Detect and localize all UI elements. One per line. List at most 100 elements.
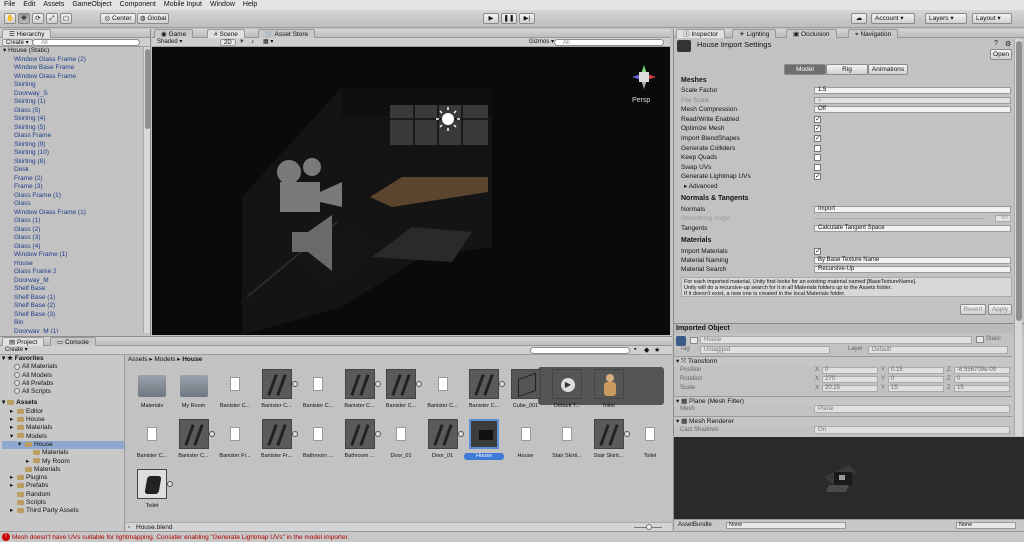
effects-toggle-icon[interactable]: ▦ ▾ [260, 39, 276, 46]
hierarchy-item[interactable]: Shelf Base [0, 285, 150, 294]
asset-item[interactable]: Banister C... [298, 369, 338, 417]
asset-item[interactable]: Banister C... [423, 369, 463, 417]
position-z-field[interactable]: -6.556709e-09 [954, 367, 1010, 374]
project-tree-folder[interactable]: ▸ Materials [2, 424, 124, 432]
asset-item[interactable]: Banister C... [381, 369, 422, 417]
asset-variant-dropdown[interactable]: None [956, 522, 1016, 529]
breadcrumb-house[interactable]: House [182, 356, 202, 363]
pause-button[interactable]: ❚❚ [501, 13, 517, 24]
rotation-y-field[interactable]: 0 [888, 376, 944, 383]
hierarchy-root-item[interactable]: ▾ House (Static) [0, 47, 150, 56]
assets-root[interactable]: ▾ Assets [2, 399, 124, 407]
play-button[interactable]: ▶ [483, 13, 499, 24]
position-y-field[interactable]: 0.15 [888, 367, 944, 374]
scale-factor-field[interactable]: 1.5 [814, 87, 1011, 94]
asset-item[interactable]: Door_01 [381, 419, 421, 467]
hierarchy-item[interactable]: Doorway_M [0, 277, 150, 286]
asset-item[interactable]: Bathroom ... [298, 419, 338, 467]
shading-dropdown[interactable]: Shaded ▾ [154, 39, 216, 46]
asset-item[interactable]: ▶ Default T... [547, 369, 587, 417]
project-tree-folder[interactable]: Scripts [2, 499, 124, 507]
hierarchy-item[interactable]: Skirting (8) [0, 158, 150, 167]
tag-dropdown[interactable]: Untagged [700, 346, 830, 354]
scene-viewport[interactable]: Persp [152, 47, 670, 335]
gizmos-dropdown[interactable]: Gizmos ▾ [526, 39, 557, 46]
asset-item[interactable]: Banister Fr... [215, 419, 255, 467]
layout-dropdown[interactable]: Layout ▾ [972, 13, 1012, 24]
hierarchy-item[interactable]: Bin [0, 319, 150, 328]
position-x-field[interactable]: 0 [822, 367, 878, 374]
cloud-button[interactable]: ☁ [851, 13, 867, 24]
object-name-field[interactable]: House [700, 336, 972, 344]
menu-mobile-input[interactable]: Mobile Input [160, 0, 206, 10]
tab-rig[interactable]: Rig [826, 64, 868, 75]
asset-item[interactable]: Stair Skirti... [589, 419, 630, 467]
hierarchy-item[interactable]: Glass [0, 200, 150, 209]
settings-gear-icon[interactable]: ⚙ [1005, 40, 1013, 48]
status-bar[interactable]: ! Mesh doesn't have UVs suitable for ligh… [0, 531, 1024, 542]
filter-label-icon[interactable]: ◆ [644, 346, 649, 354]
hierarchy-item[interactable]: House [0, 260, 150, 269]
favorites-section[interactable]: ▾ ★ Favorites [2, 355, 124, 363]
project-create-button[interactable]: Create ▾ [2, 347, 31, 354]
hierarchy-item[interactable]: Glass Frame 2 [0, 268, 150, 277]
advanced-foldout[interactable]: ▸ Advanced [681, 182, 1011, 191]
hierarchy-item[interactable]: Doorway_M (1) [0, 328, 150, 334]
project-tree-folder[interactable]: ▸ Plugins [2, 474, 124, 482]
optimize-mesh-checkbox[interactable] [814, 124, 821, 133]
read-write-checkbox[interactable] [814, 115, 821, 124]
hierarchy-item[interactable]: Glass Frame [0, 132, 150, 141]
favorite-item[interactable]: All Materials [2, 363, 124, 371]
project-tree-folder[interactable]: Random [2, 491, 124, 499]
tab-model[interactable]: Model [784, 64, 826, 75]
generate-lightmap-checkbox[interactable] [814, 172, 821, 181]
asset-item[interactable]: Banister C... [174, 419, 215, 467]
hierarchy-item[interactable]: Window Glass Frame (1) [0, 209, 150, 218]
hierarchy-scroll-thumb[interactable] [145, 49, 150, 129]
scale-tool-icon[interactable]: ⤢ [46, 13, 58, 24]
tab-console[interactable]: ▭ Console [50, 337, 96, 346]
move-tool-icon[interactable]: ✥ [18, 13, 30, 24]
audio-toggle-icon[interactable]: ♪ [248, 39, 257, 46]
hand-tool-icon[interactable]: ✋ [4, 13, 16, 24]
favorite-item[interactable]: All Models [2, 372, 124, 380]
keep-quads-checkbox[interactable] [814, 154, 821, 161]
menu-edit[interactable]: Edit [19, 0, 39, 10]
inspector-scrollbar[interactable] [1014, 39, 1022, 436]
asset-item[interactable]: Cube_001 [506, 369, 546, 417]
help-icon[interactable]: ? [994, 40, 1002, 48]
scale-x-field[interactable]: 20.25 [822, 385, 878, 392]
menu-window[interactable]: Window [206, 0, 239, 10]
asset-item[interactable]: Toilet [589, 369, 629, 417]
asset-item[interactable]: Bathroom ... [340, 419, 381, 467]
material-search-dropdown[interactable]: Recursive-Up [814, 266, 1011, 273]
swap-uvs-checkbox[interactable] [814, 164, 821, 171]
menu-component[interactable]: Component [116, 0, 160, 10]
asset-item[interactable]: Banister C... [257, 369, 298, 417]
layers-dropdown[interactable]: Layers ▾ [925, 13, 967, 24]
hierarchy-item[interactable]: Window Glass Frame [0, 73, 150, 82]
material-naming-dropdown[interactable]: By Base Texture Name [814, 257, 1011, 264]
project-tree-folder[interactable]: Materials [2, 449, 124, 457]
tab-animations[interactable]: Animations [868, 64, 908, 75]
layer-dropdown[interactable]: Default [868, 346, 1008, 354]
tab-hierarchy[interactable]: ☰ Hierarchy [2, 29, 52, 38]
static-checkbox[interactable] [976, 336, 984, 343]
toggle-2d[interactable]: 2D [220, 39, 236, 46]
tab-game[interactable]: ◉ Game [154, 29, 194, 38]
tab-project[interactable]: ▤ Project [2, 337, 45, 346]
hierarchy-item[interactable]: Skirting (10) [0, 149, 150, 158]
mesh-field[interactable]: Plane [814, 405, 1010, 413]
asset-item[interactable]: Stair Skirti... [547, 419, 587, 467]
hierarchy-item[interactable]: Glass (1) [0, 217, 150, 226]
revert-button[interactable]: Revert [960, 304, 986, 315]
asset-item[interactable]: House [464, 419, 504, 467]
asset-item[interactable]: Door_01 [423, 419, 464, 467]
scene-search-input[interactable]: All [554, 39, 664, 46]
project-tree-folder[interactable]: ▸ Editor [2, 408, 124, 416]
project-tree-folder[interactable]: ▸ My Room [2, 458, 124, 466]
breadcrumb-assets[interactable]: Assets [128, 356, 148, 363]
tab-inspector[interactable]: ⓘ Inspector [676, 29, 726, 38]
asset-item[interactable]: Banister C... [464, 369, 505, 417]
import-blendshapes-checkbox[interactable] [814, 134, 821, 143]
